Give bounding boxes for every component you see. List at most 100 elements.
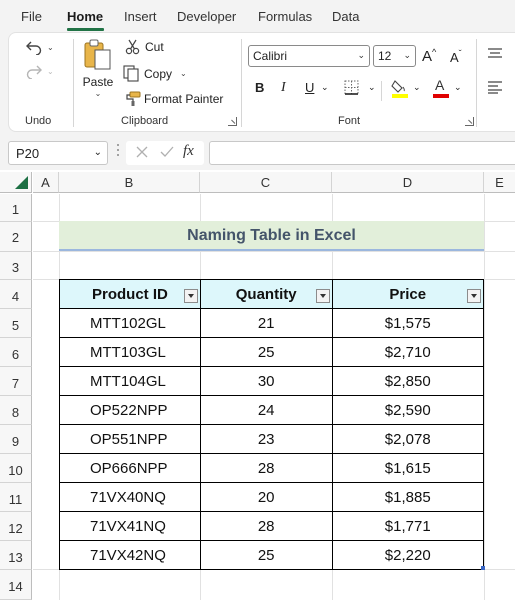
cell-quantity[interactable]: 24 bbox=[199, 395, 333, 425]
cancel-icon[interactable] bbox=[134, 144, 150, 160]
row-header-12[interactable]: 12 bbox=[0, 512, 32, 541]
increase-font-size-button[interactable]: A^ bbox=[422, 47, 436, 65]
tab-file[interactable]: File bbox=[21, 9, 42, 24]
tab-developer[interactable]: Developer bbox=[177, 9, 236, 24]
select-all-button[interactable] bbox=[0, 172, 32, 193]
borders-button[interactable] bbox=[344, 80, 359, 98]
drag-handle-icon[interactable] bbox=[117, 144, 120, 160]
font-name-select[interactable]: Calibri ⌄ bbox=[248, 45, 370, 67]
cell-price[interactable]: $2,220 bbox=[331, 540, 484, 570]
cell-price[interactable]: $2,078 bbox=[331, 424, 484, 454]
cut-button[interactable]: Cut bbox=[125, 39, 164, 55]
cell-quantity[interactable]: 21 bbox=[199, 308, 333, 338]
header-product-id[interactable]: Product ID bbox=[59, 279, 201, 309]
tab-insert[interactable]: Insert bbox=[124, 9, 157, 24]
decrease-font-size-button[interactable]: Aˇ bbox=[450, 49, 462, 65]
cell-quantity[interactable]: 23 bbox=[199, 424, 333, 454]
cell-quantity[interactable]: 28 bbox=[199, 511, 333, 541]
cell-quantity[interactable]: 25 bbox=[199, 337, 333, 367]
tab-data[interactable]: Data bbox=[332, 9, 359, 24]
chevron-down-icon[interactable]: ⌄ bbox=[413, 82, 421, 93]
row-header-7[interactable]: 7 bbox=[0, 367, 32, 396]
row-header-11[interactable]: 11 bbox=[0, 483, 32, 512]
table-row: OP666NPP 28 $1,615 bbox=[59, 453, 484, 483]
chevron-down-icon[interactable]: ⌄ bbox=[94, 147, 102, 158]
cell-quantity[interactable]: 25 bbox=[199, 540, 333, 570]
formula-input[interactable] bbox=[209, 141, 515, 165]
row-header-6[interactable]: 6 bbox=[0, 338, 32, 367]
row-header-5[interactable]: 5 bbox=[0, 309, 32, 338]
bold-button[interactable]: B bbox=[255, 80, 264, 95]
cell-price[interactable]: $1,885 bbox=[331, 482, 484, 512]
redo-button[interactable]: ⌄ bbox=[25, 63, 54, 79]
italic-button[interactable]: I bbox=[281, 80, 286, 96]
cell-product-id[interactable]: 71VX40NQ bbox=[59, 482, 201, 512]
column-header-c[interactable]: C bbox=[200, 172, 332, 193]
align-left-button[interactable] bbox=[487, 80, 503, 97]
column-header-b[interactable]: B bbox=[59, 172, 200, 193]
column-header-d[interactable]: D bbox=[332, 172, 484, 193]
cell-product-id[interactable]: OP522NPP bbox=[59, 395, 201, 425]
tab-formulas[interactable]: Formulas bbox=[258, 9, 312, 24]
cell-price[interactable]: $1,771 bbox=[331, 511, 484, 541]
filter-dropdown-icon[interactable] bbox=[467, 289, 481, 303]
undo-button[interactable]: ⌄ bbox=[25, 39, 54, 55]
row-header-3[interactable]: 3 bbox=[0, 252, 32, 280]
row-header-10[interactable]: 10 bbox=[0, 454, 32, 483]
font-color-button[interactable]: A bbox=[432, 77, 450, 101]
underline-button[interactable]: U bbox=[305, 80, 314, 95]
clipboard-dialog-launcher-icon[interactable] bbox=[228, 117, 237, 126]
cell-product-id[interactable]: MTT103GL bbox=[59, 337, 201, 367]
gridline bbox=[484, 194, 485, 600]
cell-quantity[interactable]: 30 bbox=[199, 366, 333, 396]
cell-quantity[interactable]: 28 bbox=[199, 453, 333, 483]
cell-product-id[interactable]: MTT104GL bbox=[59, 366, 201, 396]
row-header-13[interactable]: 13 bbox=[0, 541, 32, 570]
filter-dropdown-icon[interactable] bbox=[315, 289, 330, 303]
cell-price[interactable]: $2,850 bbox=[331, 366, 484, 396]
row-header-8[interactable]: 8 bbox=[0, 396, 32, 425]
cell-product-id[interactable]: 71VX42NQ bbox=[59, 540, 201, 570]
cell-product-id[interactable]: 71VX41NQ bbox=[59, 511, 201, 541]
insert-function-button[interactable]: fx bbox=[183, 143, 194, 160]
cell-product-id[interactable]: OP551NPP bbox=[59, 424, 201, 454]
row-header-2[interactable]: 2 bbox=[0, 222, 32, 252]
cell-price[interactable]: $1,615 bbox=[331, 453, 484, 483]
chevron-down-icon: ⌄ bbox=[180, 69, 187, 78]
font-dialog-launcher-icon[interactable] bbox=[465, 117, 474, 126]
row-header-4[interactable]: 4 bbox=[0, 280, 32, 309]
header-price[interactable]: Price bbox=[331, 279, 484, 309]
row-header-14[interactable]: 14 bbox=[0, 570, 32, 600]
row-header-9[interactable]: 9 bbox=[0, 425, 32, 454]
copy-button[interactable]: Copy ⌄ bbox=[123, 65, 187, 82]
name-box[interactable]: P20 ⌄ bbox=[8, 141, 108, 165]
format-painter-button[interactable]: Format Painter bbox=[124, 91, 223, 107]
cell-price[interactable]: $2,590 bbox=[331, 395, 484, 425]
chevron-down-icon: ⌄ bbox=[403, 50, 411, 60]
clipboard-group-label: Clipboard bbox=[121, 115, 169, 127]
table-resize-handle[interactable] bbox=[481, 566, 485, 570]
check-icon[interactable] bbox=[159, 144, 175, 160]
cell-quantity[interactable]: 20 bbox=[199, 482, 333, 512]
paint-bucket-icon bbox=[391, 78, 409, 98]
chevron-down-icon[interactable]: ⌄ bbox=[454, 82, 462, 93]
top-align-button[interactable] bbox=[487, 47, 503, 64]
chevron-down-icon[interactable]: ⌄ bbox=[321, 82, 329, 93]
chevron-down-icon[interactable]: ⌄ bbox=[368, 82, 376, 93]
row-header-1[interactable]: 1 bbox=[0, 194, 32, 222]
fill-color-button[interactable] bbox=[391, 78, 409, 101]
header-quantity[interactable]: Quantity bbox=[199, 279, 333, 309]
column-header-e[interactable]: E bbox=[484, 172, 515, 193]
column-header-a[interactable]: A bbox=[33, 172, 59, 193]
tab-home[interactable]: Home bbox=[67, 9, 103, 24]
cell-price[interactable]: $1,575 bbox=[331, 308, 484, 338]
paste-button[interactable]: Paste ⌄ bbox=[82, 38, 114, 98]
cell-product-id[interactable]: MTT102GL bbox=[59, 308, 201, 338]
cell-product-id[interactable]: OP666NPP bbox=[59, 453, 201, 483]
cell-price[interactable]: $2,710 bbox=[331, 337, 484, 367]
filter-dropdown-icon[interactable] bbox=[183, 289, 198, 303]
sheet-title[interactable]: Naming Table in Excel bbox=[59, 221, 484, 251]
chevron-down-icon: ⌄ bbox=[47, 42, 54, 52]
font-size-select[interactable]: 12 ⌄ bbox=[373, 45, 416, 67]
chevron-down-icon: ⌄ bbox=[357, 50, 365, 60]
